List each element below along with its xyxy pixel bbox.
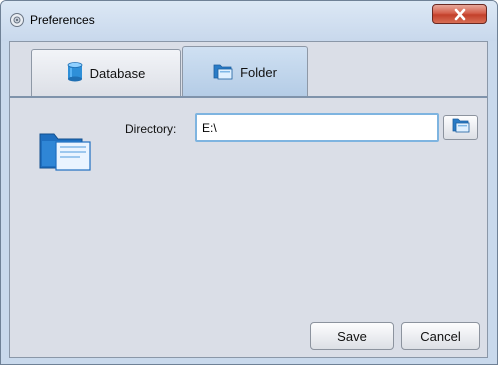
tab-folder-label: Folder <box>240 64 277 80</box>
close-icon <box>454 8 466 21</box>
cancel-button[interactable]: Cancel <box>401 322 480 350</box>
directory-label: Directory: <box>125 122 177 136</box>
folder-icon <box>213 62 233 83</box>
tab-strip: Database Folder <box>10 42 487 98</box>
tab-folder[interactable]: Folder <box>182 46 308 97</box>
browse-button[interactable] <box>443 115 478 140</box>
window-title: Preferences <box>30 13 95 27</box>
folder-panel: Directory: Save Cancel <box>10 98 487 357</box>
preferences-window: Preferences Database Folder Directory: E… <box>0 0 498 365</box>
gear-icon <box>9 12 25 28</box>
dialog-body: Database Folder Directory: E:\ Save Canc… <box>9 41 488 358</box>
tab-database-label: Database <box>89 66 146 81</box>
close-button[interactable] <box>432 4 487 24</box>
save-button[interactable]: Save <box>310 322 394 350</box>
tab-database[interactable]: Database <box>31 49 181 97</box>
title-bar: Preferences <box>1 1 497 41</box>
database-icon <box>67 62 83 85</box>
folder-icon <box>452 117 470 138</box>
folder-icon <box>38 126 94 179</box>
directory-input[interactable] <box>195 113 439 142</box>
